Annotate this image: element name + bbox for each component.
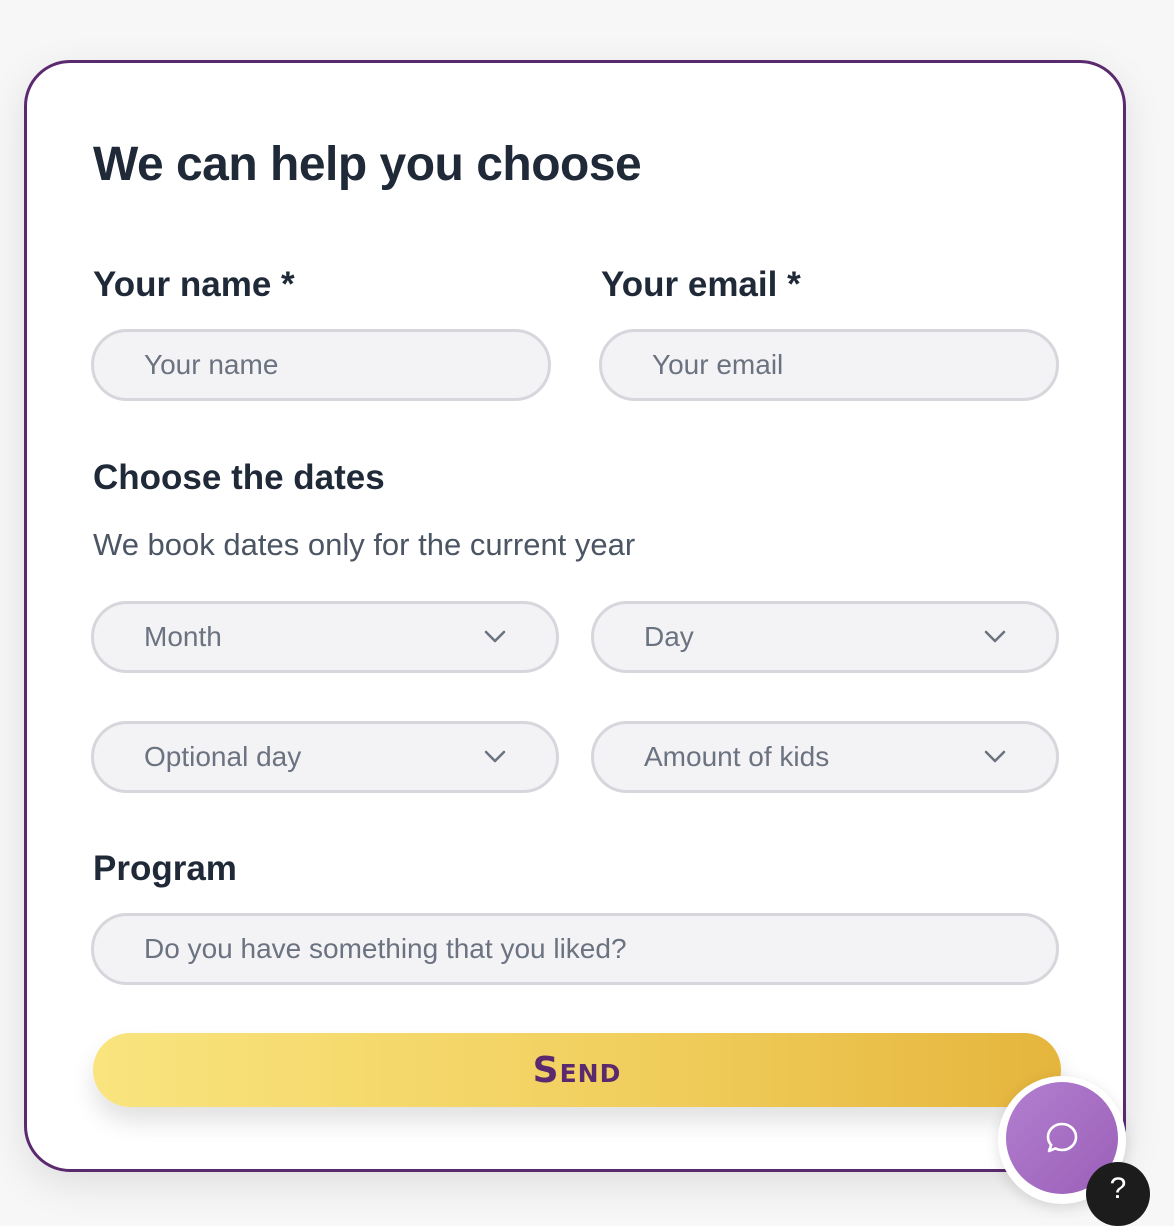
email-field-wrapper xyxy=(599,329,1059,401)
question-mark-icon: ? xyxy=(1109,1172,1127,1205)
name-label: Your name * xyxy=(93,265,295,304)
help-button[interactable]: ? xyxy=(1086,1162,1150,1226)
contact-form-card: We can help you choose Your name * Your … xyxy=(24,60,1126,1172)
program-input[interactable] xyxy=(144,933,1006,965)
send-button-label: Send xyxy=(532,1049,622,1091)
chevron-down-icon xyxy=(984,630,1006,643)
email-label: Your email * xyxy=(601,265,801,304)
chevron-down-icon xyxy=(484,750,506,763)
name-input[interactable] xyxy=(144,349,498,381)
program-field-wrapper xyxy=(91,913,1059,985)
email-input[interactable] xyxy=(652,349,1006,381)
optional-day-select-value: Optional day xyxy=(144,741,302,772)
month-select-value: Month xyxy=(144,621,222,652)
dates-heading: Choose the dates xyxy=(93,458,385,497)
chevron-down-icon xyxy=(984,750,1006,763)
dates-note: We book dates only for the current year xyxy=(93,527,636,562)
chevron-down-icon xyxy=(484,630,506,643)
send-button[interactable]: Send xyxy=(93,1033,1061,1107)
form-title: We can help you choose xyxy=(93,138,642,191)
kids-select[interactable]: Amount of kids xyxy=(591,721,1059,793)
program-label: Program xyxy=(93,849,237,888)
name-field-wrapper xyxy=(91,329,551,401)
optional-day-select[interactable]: Optional day xyxy=(91,721,559,793)
day-select-value: Day xyxy=(644,621,694,652)
day-select[interactable]: Day xyxy=(591,601,1059,673)
kids-select-value: Amount of kids xyxy=(644,741,830,772)
chat-bubble-icon xyxy=(1046,1122,1078,1153)
month-select[interactable]: Month xyxy=(91,601,559,673)
